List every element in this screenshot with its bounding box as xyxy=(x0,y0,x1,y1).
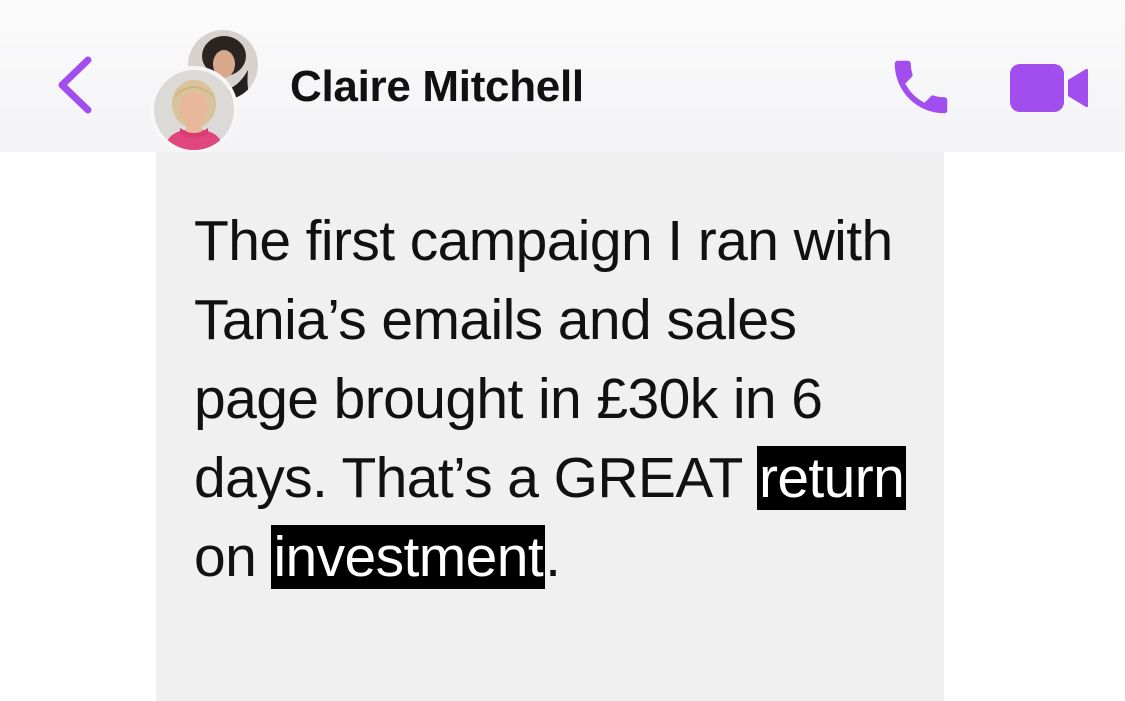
contact-name[interactable]: Claire Mitchell xyxy=(290,62,584,112)
chat-header: Claire Mitchell xyxy=(0,0,1125,154)
back-button[interactable] xyxy=(52,52,102,118)
chevron-left-icon xyxy=(58,56,92,114)
message-text-part: . xyxy=(545,525,561,589)
avatar[interactable] xyxy=(150,66,238,154)
message-text-part: on xyxy=(194,525,272,589)
video-camera-icon xyxy=(1010,64,1088,112)
highlighted-word: return xyxy=(756,446,907,510)
video-call-button[interactable] xyxy=(1006,60,1090,116)
person-photo-blonde xyxy=(154,70,234,150)
highlighted-word: investment xyxy=(271,525,546,589)
message-bubble[interactable]: The first campaign I ran with Tania’s em… xyxy=(156,152,944,701)
phone-icon xyxy=(894,60,948,114)
message-text: The first campaign I ran with Tania’s em… xyxy=(194,202,914,597)
voice-call-button[interactable] xyxy=(886,52,956,122)
